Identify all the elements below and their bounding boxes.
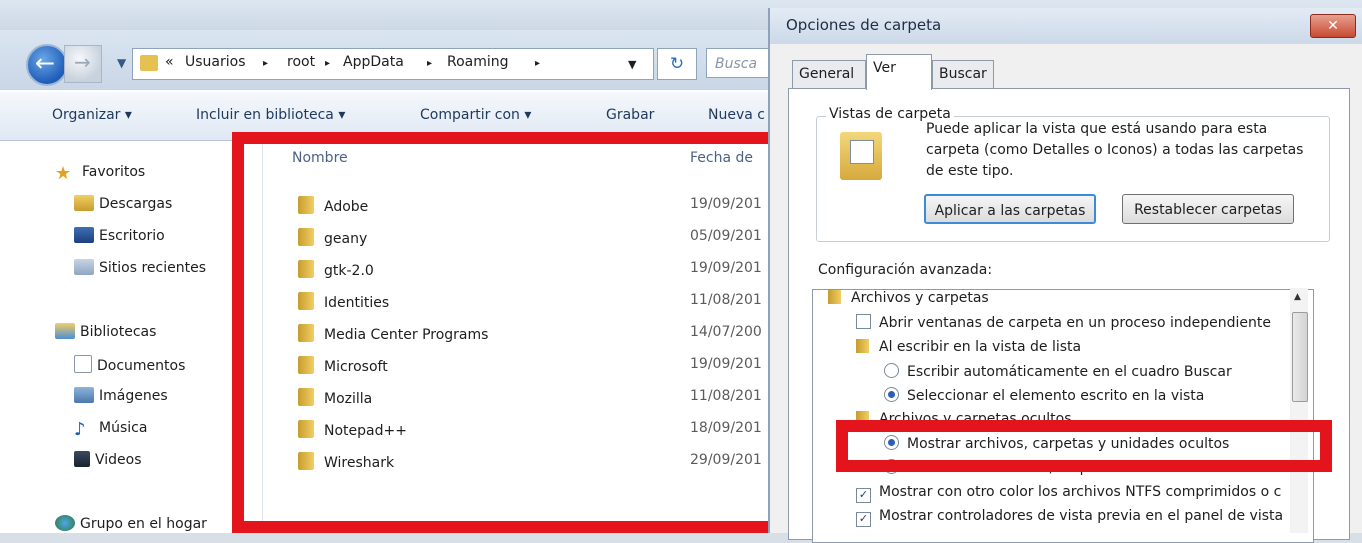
nav-label: Escritorio — [99, 228, 165, 244]
desktop-icon — [74, 227, 94, 243]
tree-label: Escribir automáticamente en el cuadro Bu… — [907, 364, 1232, 380]
tree-label: Archivos y carpetas — [851, 290, 989, 306]
folder-view-icon — [840, 132, 882, 180]
documents-icon — [74, 355, 92, 373]
reset-folders-button[interactable]: Restablecer carpetas — [1122, 194, 1294, 224]
scroll-thumb[interactable] — [1292, 312, 1308, 402]
close-button[interactable]: ✕ — [1310, 14, 1356, 38]
nav-label: Documentos — [97, 358, 186, 374]
tree-label: Mostrar con otro color los archivos NTFS… — [879, 484, 1282, 500]
history-dropdown-icon[interactable]: ▼ — [117, 56, 126, 70]
refresh-icon: ↻ — [669, 54, 685, 74]
nav-label: Descargas — [99, 196, 173, 212]
forward-button[interactable]: → — [64, 45, 102, 83]
tree-item-select-typed[interactable]: Seleccionar el elemento escrito en la vi… — [884, 387, 1204, 404]
nav-item-images[interactable]: Imágenes — [74, 387, 168, 404]
tree-item-separate-process[interactable]: Abrir ventanas de carpeta en un proceso … — [856, 314, 1271, 331]
arrow-right-icon: → — [74, 50, 91, 74]
breadcrumb-separator[interactable]: ▸ — [427, 58, 432, 69]
nav-label: Sitios recientes — [99, 260, 206, 276]
nav-item-documents[interactable]: Documentos — [74, 355, 185, 374]
refresh-button[interactable]: ↻ — [657, 48, 697, 80]
folder-icon — [140, 55, 158, 71]
nav-item-videos[interactable]: Videos — [74, 451, 142, 468]
breadcrumb-appdata[interactable]: AppData — [343, 54, 404, 70]
navigation-pane: ★ Favoritos Descargas Escritorio Sitios r… — [0, 141, 263, 533]
folder-views-description-line: Puede aplicar la vista que está usando p… — [926, 121, 1268, 137]
burn-button[interactable]: Grabar — [606, 107, 654, 123]
scroll-up-icon[interactable]: ▲ — [1294, 292, 1301, 302]
close-icon: ✕ — [1327, 18, 1339, 34]
nav-item-desktop[interactable]: Escritorio — [74, 227, 165, 244]
homegroup-icon — [55, 515, 75, 531]
nav-label: Música — [99, 420, 148, 436]
radio-button-selected[interactable] — [884, 387, 899, 402]
tree-item-auto-search[interactable]: Escribir automáticamente en el cuadro Bu… — [884, 363, 1232, 380]
tree-item-preview-handlers[interactable]: ✓ Mostrar controladores de vista previa e… — [856, 508, 1283, 527]
tab-view[interactable]: Ver — [866, 54, 932, 90]
recent-places-icon — [74, 259, 94, 275]
nav-label: Grupo en el hogar — [80, 516, 207, 532]
dialog-title: Opciones de carpeta — [786, 16, 942, 34]
breadcrumb-root[interactable]: root — [287, 54, 315, 70]
grid-view-icon — [850, 140, 874, 164]
radio-button[interactable] — [884, 363, 899, 378]
back-button[interactable]: ← — [26, 44, 68, 86]
nav-item-homegroup[interactable]: Grupo en el hogar — [55, 515, 207, 532]
tree-label: Abrir ventanas de carpeta en un proceso … — [879, 315, 1272, 331]
nav-label: Imágenes — [99, 388, 168, 404]
breadcrumb-separator[interactable]: ▸ — [325, 58, 330, 69]
folder-views-label: Vistas de carpeta — [826, 106, 954, 122]
address-dropdown-icon[interactable]: ▼ — [628, 58, 636, 71]
highlight-box-show-hidden — [836, 420, 1332, 472]
libraries-icon — [55, 323, 75, 339]
breadcrumb-usuarios[interactable]: Usuarios — [185, 54, 246, 70]
advanced-settings-label: Configuración avanzada: — [818, 262, 993, 278]
nav-label: Bibliotecas — [80, 324, 157, 340]
nav-item-libraries[interactable]: Bibliotecas — [55, 323, 156, 340]
nav-item-favorites[interactable]: ★ Favoritos — [55, 163, 146, 184]
tree-item-ntfs-color[interactable]: ✓ Mostrar con otro color los archivos NTF… — [856, 484, 1281, 503]
folder-views-description-line: carpeta (como Detalles o Iconos) a todas… — [926, 142, 1304, 158]
tab-general[interactable]: General — [792, 60, 866, 88]
breadcrumb-roaming[interactable]: Roaming — [447, 54, 509, 70]
videos-icon — [74, 451, 90, 467]
folder-views-description-line: de este tipo. — [926, 163, 1014, 179]
share-with-button[interactable]: Compartir con ▾ — [420, 107, 531, 123]
checkbox-checked[interactable]: ✓ — [856, 488, 871, 503]
tree-label: Seleccionar el elemento escrito en la vi… — [907, 388, 1205, 404]
breadcrumb-separator[interactable]: ▸ — [535, 58, 540, 69]
tree-item-files-folders[interactable]: Archivos y carpetas — [828, 290, 989, 306]
images-icon — [74, 387, 94, 403]
tree-label: Al escribir en la vista de lista — [879, 339, 1082, 355]
nav-label: Videos — [95, 452, 142, 468]
new-folder-button[interactable]: Nueva c — [708, 107, 765, 123]
arrow-left-icon: ← — [35, 49, 56, 77]
music-note-icon: ♪ — [74, 419, 86, 440]
checkbox[interactable] — [856, 314, 871, 329]
folder-icon — [828, 290, 841, 304]
tree-label: Mostrar controladores de vista previa en… — [879, 508, 1284, 524]
address-bar[interactable]: « Usuarios ▸ root ▸ AppData ▸ Roaming ▸ — [132, 48, 654, 80]
tab-search[interactable]: Buscar — [932, 60, 994, 88]
highlight-box-folder-list — [232, 132, 782, 533]
nav-item-recent[interactable]: Sitios recientes — [74, 259, 206, 276]
include-library-button[interactable]: Incluir en biblioteca ▾ — [196, 107, 345, 123]
nav-item-downloads[interactable]: Descargas — [74, 195, 172, 212]
checkbox-checked[interactable]: ✓ — [856, 512, 871, 527]
tree-item-typing-in-list[interactable]: Al escribir en la vista de lista — [856, 339, 1081, 355]
nav-label: Favoritos — [82, 164, 146, 180]
folder-icon — [856, 339, 869, 353]
organize-button[interactable]: Organizar ▾ — [52, 107, 132, 123]
star-icon: ★ — [55, 163, 72, 184]
downloads-folder-icon — [74, 195, 94, 211]
breadcrumb-separator[interactable]: ▸ — [263, 58, 268, 69]
breadcrumb-overflow[interactable]: « — [165, 54, 174, 70]
apply-to-folders-button[interactable]: Aplicar a las carpetas — [924, 194, 1096, 224]
nav-item-music[interactable]: ♪ Música — [74, 419, 148, 440]
